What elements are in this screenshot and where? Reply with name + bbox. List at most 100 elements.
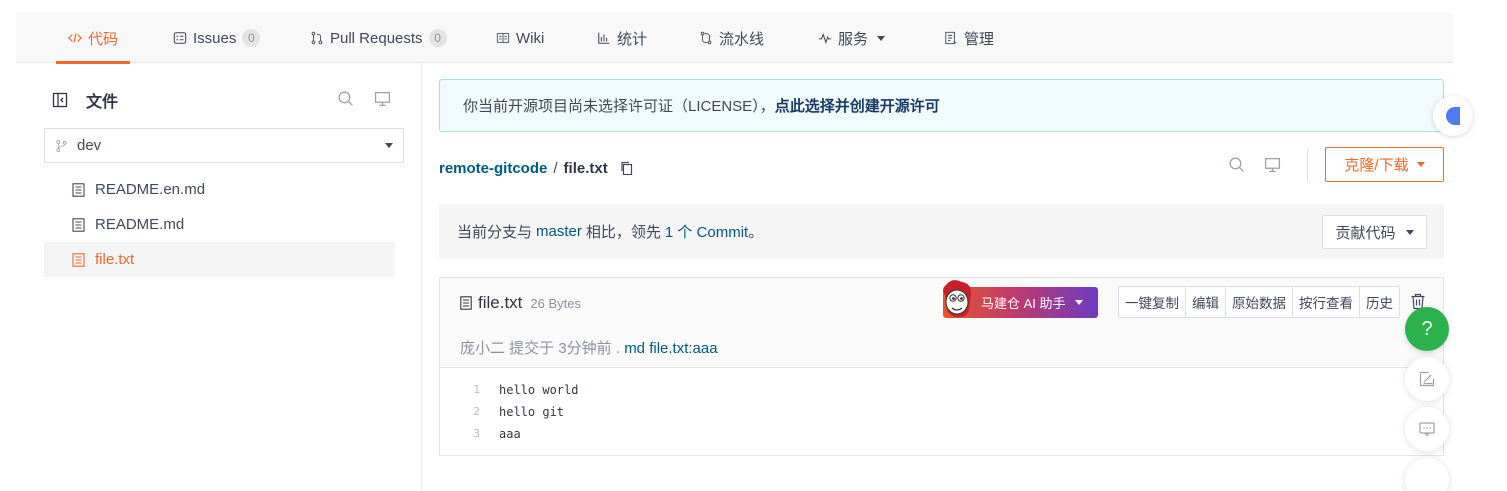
search-icon[interactable]	[337, 90, 354, 107]
line-text: hello git	[499, 405, 565, 419]
web-ide-icon[interactable]	[374, 90, 391, 107]
tab-manage[interactable]: 管理	[944, 13, 994, 63]
pipeline-icon	[700, 31, 712, 45]
file-icon	[72, 217, 85, 232]
file-tree-item[interactable]: README.en.md	[44, 172, 395, 207]
tab-pipeline[interactable]: 流水线	[699, 13, 764, 63]
line-text: aaa	[499, 427, 521, 441]
branch-icon	[56, 139, 67, 152]
copy-path-icon[interactable]	[620, 161, 634, 175]
pull-request-icon	[311, 31, 323, 45]
file-name: README.md	[95, 216, 185, 233]
sidebar-tools	[337, 90, 391, 107]
file-viewer: file.txt 26 Bytes 庞小二 提交于 3分钟前 . md file…	[439, 277, 1444, 456]
commit-message-link[interactable]: md file.txt:aaa	[624, 340, 717, 357]
tab-label: 管理	[964, 30, 995, 48]
license-create-link[interactable]: 点此选择并创建开源许可	[775, 95, 940, 116]
tab-label: Pull Requests	[330, 29, 423, 47]
chat-button[interactable]	[1405, 407, 1449, 451]
branch-selector[interactable]: dev	[44, 128, 404, 163]
tab-issues[interactable]: Issues 0	[173, 13, 261, 63]
compare-commit-link[interactable]: 1 个 Commit	[665, 221, 748, 242]
file-icon	[72, 182, 85, 197]
search-icon[interactable]	[1228, 156, 1245, 173]
chart-icon	[598, 32, 610, 44]
compare-branch-link[interactable]: master	[536, 223, 582, 240]
compare-text-pre: 当前分支与	[457, 224, 533, 241]
compare-text-post: 。	[748, 224, 764, 241]
compare-text-mid: 相比，领先	[585, 224, 661, 241]
wiki-icon	[496, 33, 510, 43]
file-tree-item[interactable]: README.md	[44, 207, 395, 242]
file-size: 26 Bytes	[530, 295, 581, 311]
sidebar-header: 文件	[52, 88, 118, 112]
tab-label: 服务	[838, 30, 869, 48]
branch-name: dev	[77, 137, 102, 154]
line-number[interactable]: 2	[466, 404, 480, 420]
chevron-down-icon	[385, 143, 393, 148]
file-header: file.txt 26 Bytes 庞小二 提交于 3分钟前 . md file…	[440, 278, 1443, 368]
line-text: hello world	[499, 383, 579, 397]
tab-code[interactable]: 代码	[55, 13, 131, 64]
chevron-down-icon	[1405, 229, 1414, 235]
more-helper-button[interactable]	[1405, 458, 1449, 491]
file-name: file.txt	[478, 293, 523, 312]
tab-label: 统计	[617, 30, 648, 48]
commit-author-time: 庞小二 提交于 3分钟前 .	[460, 340, 621, 357]
code-icon	[68, 33, 82, 43]
chevron-down-icon	[877, 35, 886, 41]
file-sidebar: 文件 dev README.en.md README.md file.txt	[16, 63, 422, 491]
file-name: README.en.md	[95, 181, 206, 198]
file-title: file.txt 26 Bytes	[460, 293, 581, 313]
issues-icon	[173, 32, 187, 44]
floating-assistant-button[interactable]	[1433, 96, 1473, 136]
file-icon	[72, 252, 85, 267]
tab-label: Wiki	[516, 29, 545, 47]
feedback-button[interactable]	[1405, 357, 1449, 401]
chevron-down-icon	[1416, 162, 1425, 167]
tab-label: 流水线	[719, 30, 765, 48]
breadcrumb-repo-link[interactable]: remote-gitcode	[439, 160, 547, 177]
history-button[interactable]: 历史	[1360, 287, 1399, 317]
ai-button-label: 马建仓 AI 助手	[981, 296, 1066, 311]
help-label: ?	[1421, 317, 1433, 340]
line-number[interactable]: 1	[466, 382, 480, 398]
issues-count-badge: 0	[242, 29, 261, 47]
file-icon	[460, 296, 472, 310]
tab-label: Issues	[193, 29, 237, 47]
line-number[interactable]: 3	[466, 426, 480, 442]
contribute-code-button[interactable]: 贡献代码	[1322, 215, 1427, 249]
ai-assistant-button[interactable]: 马建仓 AI 助手	[943, 280, 1098, 318]
breadcrumb-file: file.txt	[563, 159, 608, 177]
file-tree-item-active[interactable]: file.txt	[44, 242, 395, 277]
web-ide-icon[interactable]	[1264, 156, 1281, 173]
tab-label: 代码	[88, 30, 119, 48]
tab-wiki[interactable]: Wiki	[496, 13, 544, 63]
breadcrumb-separator: /	[553, 159, 558, 177]
ai-mascot-icon	[943, 280, 972, 317]
file-actions: 一键复制 编辑 原始数据 按行查看 历史	[1118, 286, 1400, 318]
contribute-label: 贡献代码	[1335, 224, 1396, 242]
manage-icon	[945, 31, 957, 45]
blame-button[interactable]: 按行查看	[1293, 287, 1360, 317]
collapse-sidebar-icon[interactable]	[52, 92, 68, 108]
branch-compare-bar: 当前分支与 master 相比，领先 1 个 Commit 。 贡献代码	[439, 204, 1444, 259]
clone-button-label: 克隆/下载	[1344, 157, 1409, 174]
edit-note-icon	[1419, 371, 1435, 387]
sidebar-title: 文件	[86, 94, 119, 111]
license-notice: 你当前开源项目尚未选择许可证（LICENSE）， 点此选择并创建开源许可	[439, 79, 1444, 132]
license-text: 你当前开源项目尚未选择许可证（LICENSE），	[463, 98, 775, 115]
tab-stats[interactable]: 统计	[597, 13, 647, 63]
clone-download-button[interactable]: 克隆/下载	[1325, 147, 1444, 182]
help-button[interactable]: ?	[1405, 307, 1449, 351]
edit-button[interactable]: 编辑	[1186, 287, 1226, 317]
tab-pull-requests[interactable]: Pull Requests 0	[310, 13, 447, 63]
file-tools	[1228, 156, 1281, 173]
copy-all-button[interactable]: 一键复制	[1119, 287, 1186, 317]
tab-services[interactable]: 服务	[818, 13, 886, 63]
file-name: file.txt	[95, 251, 135, 268]
breadcrumb: remote-gitcode / file.txt	[439, 158, 634, 178]
repo-nav: 代码 Issues 0 Pull Requests 0 Wiki 统计 流水线 …	[16, 13, 1453, 64]
raw-button[interactable]: 原始数据	[1226, 287, 1293, 317]
chevron-down-icon	[1074, 300, 1083, 305]
